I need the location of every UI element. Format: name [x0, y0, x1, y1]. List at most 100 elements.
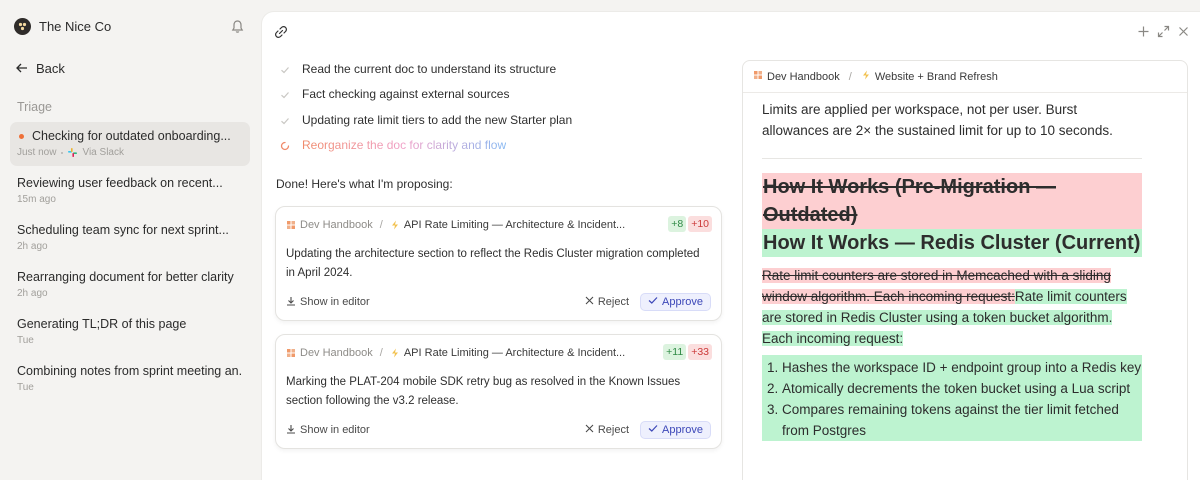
step-item: Reorganize the doc for clarity and flow: [280, 133, 572, 159]
thread-item[interactable]: Generating TL;DR of this page Tue: [10, 310, 250, 354]
x-icon: [585, 296, 594, 308]
thread-time: Tue: [17, 335, 34, 346]
breadcrumb-separator: /: [379, 219, 383, 231]
thread-time: 15m ago: [17, 194, 56, 205]
proposal-card: Dev Handbook / API Rate Limiting — Archi…: [275, 206, 722, 321]
breadcrumb: Dev Handbook / Website + Brand Refresh: [743, 61, 1187, 93]
thread-time: Just now: [17, 147, 57, 158]
step-item: Updating rate limit tiers to add the new…: [280, 107, 572, 133]
show-in-editor-label: Show in editor: [300, 296, 370, 308]
step-item: Fact checking against external sources: [280, 82, 572, 108]
additions-badge: +8: [668, 216, 687, 232]
check-icon: [280, 89, 290, 99]
step-label: Read the current doc to understand its s…: [302, 61, 557, 76]
link-icon[interactable]: [274, 25, 288, 39]
spinner-icon: [280, 140, 290, 151]
workspace-switcher[interactable]: The Nice Co: [14, 18, 111, 35]
thread-title: Combining notes from sprint meeting an..…: [17, 364, 243, 378]
divider: [762, 158, 1142, 159]
brand-logo-icon: [14, 18, 31, 35]
breadcrumb-separator: /: [848, 70, 852, 83]
section-label-triage: Triage: [17, 100, 52, 114]
close-icon[interactable]: [1177, 25, 1190, 38]
separator-dot: [61, 151, 64, 154]
breadcrumb-separator: /: [379, 347, 383, 359]
proposal-description: Marking the PLAT-204 mobile SDK retry bu…: [286, 376, 681, 407]
thread-time: Tue: [17, 382, 34, 393]
bolt-icon: [390, 220, 400, 230]
approve-label: Approve: [662, 424, 703, 436]
deletions-badge: +33: [688, 344, 712, 360]
intro-paragraph: Limits are applied per workspace, not pe…: [762, 102, 1113, 138]
proposal-card: Dev Handbook / API Rate Limiting — Archi…: [275, 334, 722, 449]
thread-time: 2h ago: [17, 241, 48, 252]
handbook-icon: [753, 70, 763, 83]
thread-source: Via Slack: [82, 147, 124, 158]
proposal-description: Updating the architecture section to ref…: [286, 248, 700, 279]
approve-button[interactable]: Approve: [640, 421, 711, 439]
thread-item[interactable]: Combining notes from sprint meeting an..…: [10, 357, 250, 401]
thread-title: Generating TL;DR of this page: [17, 317, 187, 331]
slack-icon: [68, 148, 78, 157]
step-label: Updating rate limit tiers to add the new…: [302, 112, 573, 127]
agent-message: Done! Here's what I'm proposing:: [276, 177, 453, 191]
handbook-icon: [286, 348, 296, 358]
removed-heading: How It Works (Pre-Migration — Outdated): [762, 173, 1142, 229]
space-name[interactable]: Dev Handbook: [300, 219, 373, 231]
space-name[interactable]: Dev Handbook: [767, 71, 840, 83]
thread-item[interactable]: Scheduling team sync for next sprint... …: [10, 216, 250, 260]
arrow-left-icon: [16, 61, 28, 76]
thread-item[interactable]: Checking for outdated onboarding... Just…: [10, 122, 250, 166]
expand-icon[interactable]: [1157, 25, 1170, 38]
thread-title: Reviewing user feedback on recent...: [17, 176, 223, 190]
list-item: Hashes the workspace ID + endpoint group…: [782, 357, 1142, 378]
back-button[interactable]: Back: [16, 61, 65, 76]
doc-body: Limits are applied per workspace, not pe…: [762, 99, 1142, 441]
thread-item[interactable]: Rearranging document for better clarity …: [10, 263, 250, 307]
doc-diff-preview: Dev Handbook / Website + Brand Refresh L…: [742, 60, 1188, 480]
reject-label: Reject: [597, 424, 630, 436]
thread-list: Checking for outdated onboarding... Just…: [10, 122, 250, 404]
deletions-badge: +10: [688, 216, 712, 232]
changed-paragraph: Rate limit counters are stored in Memcac…: [762, 265, 1142, 349]
check-icon: [648, 296, 658, 308]
thread-title: Checking for outdated onboarding...: [32, 129, 231, 143]
reject-button[interactable]: Reject: [585, 296, 629, 308]
download-icon: [286, 296, 296, 309]
back-label: Back: [36, 61, 65, 76]
step-label: Fact checking against external sources: [302, 87, 510, 102]
x-icon: [585, 424, 594, 436]
check-icon: [648, 424, 658, 436]
added-heading: How It Works — Redis Cluster (Current): [762, 229, 1142, 257]
agent-panel: Read the current doc to understand its s…: [262, 12, 1200, 480]
show-in-editor-button[interactable]: Show in editor: [286, 296, 370, 309]
bell-icon[interactable]: [230, 19, 245, 34]
plus-icon[interactable]: [1137, 25, 1150, 38]
step-label: Reorganize the doc for clarity and flow: [302, 138, 507, 153]
agent-steps: Read the current doc to understand its s…: [280, 56, 572, 158]
bolt-icon: [390, 348, 400, 358]
doc-name[interactable]: API Rate Limiting — Architecture & Incid…: [404, 219, 625, 231]
thread-title: Scheduling team sync for next sprint...: [17, 223, 229, 237]
sidebar: The Nice Co Back Triage Checking for out…: [0, 0, 262, 480]
additions-badge: +11: [663, 344, 687, 360]
step-item: Read the current doc to understand its s…: [280, 56, 572, 82]
show-in-editor-button[interactable]: Show in editor: [286, 424, 370, 437]
list-item: Compares remaining tokens against the ti…: [782, 399, 1142, 441]
reject-label: Reject: [597, 296, 630, 308]
doc-name[interactable]: API Rate Limiting — Architecture & Incid…: [404, 347, 625, 359]
bolt-icon: [861, 70, 871, 83]
check-icon: [280, 64, 290, 74]
doc-name[interactable]: Website + Brand Refresh: [875, 71, 998, 83]
check-icon: [280, 115, 290, 125]
added-list: Hashes the workspace ID + endpoint group…: [762, 355, 1142, 441]
list-item: Atomically decrements the token bucket u…: [782, 378, 1142, 399]
thread-item[interactable]: Reviewing user feedback on recent... 15m…: [10, 169, 250, 213]
download-icon: [286, 424, 296, 437]
space-name[interactable]: Dev Handbook: [300, 347, 373, 359]
handbook-icon: [286, 220, 296, 230]
reject-button[interactable]: Reject: [585, 424, 629, 436]
show-in-editor-label: Show in editor: [300, 424, 370, 436]
unread-dot-icon: [19, 133, 24, 139]
approve-button[interactable]: Approve: [640, 293, 711, 311]
